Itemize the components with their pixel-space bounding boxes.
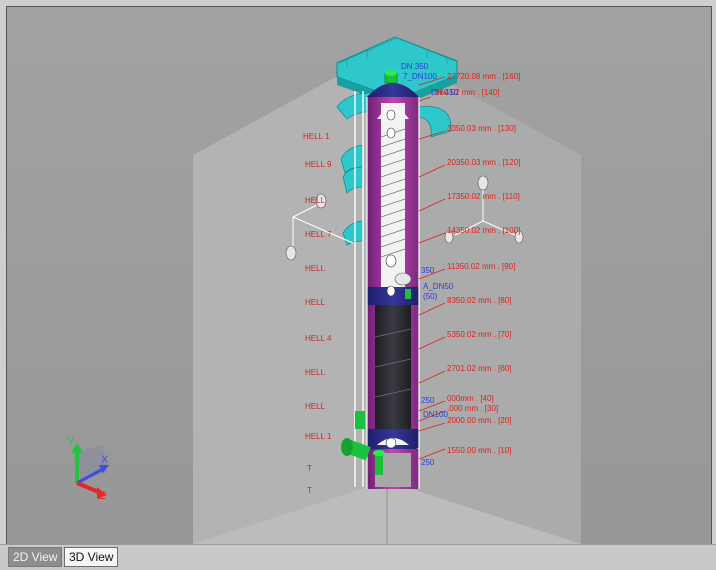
elevation-label: 2701.02 mm . [60] [447,364,511,373]
3d-scene[interactable]: 27720.08 mm . [160] 360.02 mm . [140] 33… [7,7,711,544]
elevation-label: 14350.02 mm . [100] [447,226,520,235]
axis-y-label: Y [67,436,75,448]
tab-2d-view[interactable]: 2D View [8,547,63,567]
nozzle-label: 250 [421,458,435,467]
shell-label: HELL 9 [305,160,332,169]
elevation-label: .000 mm . [30] [447,404,498,413]
shell-label: HELL [305,196,326,205]
shell-label: HELL [305,298,326,307]
view-tab-bar: 2D View 3D View [0,544,716,570]
nozzle-label: A_DN50 [423,282,454,291]
nozzle-label: 350 [421,266,435,275]
shell-label: HELL 4 [305,334,332,343]
nozzle-label: DN 350 [401,62,429,71]
elevation-label: 2000.00 mm . [20] [447,416,511,425]
pipe-flange [477,175,489,191]
shell-label: T [307,464,312,473]
shell-label: HELL 7 [305,230,332,239]
axis-x-label: X [101,454,109,466]
shell-label: HELL [305,264,326,273]
vessel-lower-interior [375,305,411,429]
elevation-label: 17350.02 mm . [110] [447,192,520,201]
nozzle-label: 7_DN100 [403,72,437,81]
pipe-flange [285,245,297,261]
shell-label: T [307,486,312,495]
elevation-label: 3350.03 mm . [130] [447,124,516,133]
tab-3d-view[interactable]: 3D View [64,547,119,567]
shell-label: HELL [305,368,326,377]
pipe-flange [394,272,412,286]
elevation-label: 000mm . [40] [447,394,494,403]
shell-label: HELL [305,402,326,411]
elevation-label: 1550.00 mm . [10] [447,446,511,455]
elevation-label: 27720.08 mm . [160] [447,72,520,81]
nozzle-label: 250 [421,396,435,405]
shell-label: HELL 1 [303,132,330,141]
elevation-label: 11350.02 mm . [90] [447,262,515,271]
nozzle-label: DN100 [423,410,448,419]
3d-viewport[interactable]: 27720.08 mm . [160] 360.02 mm . [140] 33… [6,6,712,545]
elevation-label: 8350.02 mm . [80] [447,296,511,305]
nozzle-label: (50) [423,292,438,301]
elevation-label: 20350.03 mm . [120] [447,158,520,167]
app-frame: 27720.08 mm . [160] 360.02 mm . [140] 33… [0,0,716,570]
axis-z-label: Z [99,490,106,502]
elevation-label: 5350.02 mm . [70] [447,330,511,339]
shell-label: HELL 1 [305,432,332,441]
nozzle-label: DN 450 [431,88,459,97]
